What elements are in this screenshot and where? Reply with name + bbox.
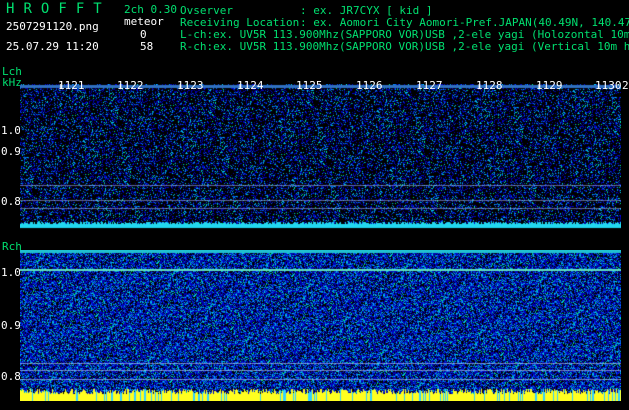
location-label: Receiving Location [180, 16, 300, 29]
rch-waterfall-canvas [20, 250, 621, 401]
minute-label: 1124 [237, 79, 264, 92]
lch-ytick-0-8: 0.8 [1, 195, 21, 208]
image-filename: 2507291120.png [6, 20, 99, 33]
mode-label: 2ch 0.30 [124, 3, 177, 16]
rch-meteor-count: 58 [140, 40, 154, 53]
hroft-spectrogram-viewer: H R O F F T 2507291120.png 25.07.29 11:2… [0, 0, 629, 410]
minute-label: 1127 [416, 79, 443, 92]
rch-label: Rch [2, 240, 22, 253]
minute-label: 1130 [595, 79, 622, 92]
rch-description: R-ch:ex. UV5R 113.900Mhz(SAPPORO VOR)USB… [180, 40, 629, 53]
rch-ytick-0-8: 0.8 [1, 370, 21, 383]
lch-spectrogram [20, 84, 621, 232]
lch-ytick-1-0: 1.0 [1, 124, 21, 137]
lch-meteor-count: 0 [140, 28, 147, 41]
minute-label: 1128 [476, 79, 503, 92]
minute-label: 1123 [177, 79, 204, 92]
minute-label: 1122 [117, 79, 144, 92]
rch-spectrogram [20, 250, 621, 401]
lch-ytick-0-9: 0.9 [1, 145, 21, 158]
rch-ytick-1-0: 1.0 [1, 266, 21, 279]
app-brand: H R O F F T [6, 1, 103, 17]
frequency-unit: kHz [2, 76, 22, 89]
lch-waterfall-canvas [20, 84, 621, 232]
location-value: : ex. Aomori City Aomori-Pref.JAPAN(40.4… [300, 16, 629, 29]
minute-label: 1125 [296, 79, 323, 92]
lch-description: L-ch:ex. UV5R 113.900Mhz(SAPPORO VOR)USB… [180, 28, 629, 41]
rch-ytick-0-9: 0.9 [1, 319, 21, 332]
minute-label: 1121 [58, 79, 85, 92]
minute-label: 1129 [536, 79, 563, 92]
minute-label: 1126 [356, 79, 383, 92]
observer-label: Ovserver [180, 4, 233, 17]
observer-value: : ex. JR7CYX [ kid ] [300, 4, 433, 17]
meteor-label: meteor [124, 15, 164, 28]
timestamp: 25.07.29 11:20 [6, 40, 99, 53]
minute-label-partial: 2 [622, 79, 629, 92]
